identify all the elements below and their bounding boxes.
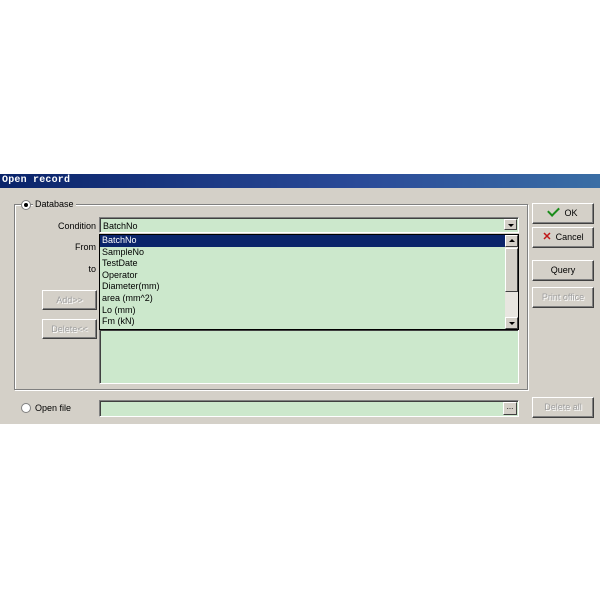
list-scrollbar[interactable] [505, 235, 518, 329]
ok-button[interactable]: OK [532, 203, 594, 224]
condition-value: BatchNo [103, 221, 138, 231]
list-item[interactable]: SampleNo [100, 247, 518, 259]
open-file-radio-label[interactable]: Open file [33, 403, 73, 413]
from-label: From [75, 242, 96, 252]
delete-all-button[interactable]: Delete all [532, 397, 594, 418]
delete-button[interactable]: Delete<< [42, 319, 97, 339]
title-bar[interactable]: Open record [0, 174, 600, 188]
check-icon [547, 204, 561, 217]
open-file-radio[interactable] [21, 403, 31, 413]
scrollbar-thumb[interactable] [505, 248, 518, 292]
delete-button-label: Delete<< [51, 324, 88, 334]
to-label: to [88, 264, 96, 274]
window-title: Open record [2, 175, 71, 186]
list-item[interactable]: area (mm^2) [100, 293, 518, 305]
list-item[interactable]: Lo (mm) [100, 305, 518, 317]
browse-button-label: ... [506, 402, 514, 411]
list-item[interactable]: Fm (kN) [100, 316, 518, 328]
condition-label: Condition [57, 221, 96, 231]
list-item[interactable]: Operator [100, 270, 518, 282]
add-button[interactable]: Add>> [42, 290, 97, 310]
chevron-up-icon [509, 239, 515, 242]
open-record-dialog: Open record Database Condition BatchNo F… [0, 174, 600, 424]
browse-button[interactable]: ... [503, 402, 517, 415]
cancel-button-label: Cancel [555, 232, 584, 242]
chevron-down-icon [509, 322, 515, 325]
scroll-up-button[interactable] [505, 235, 518, 247]
query-conditions-box[interactable] [99, 329, 519, 384]
add-button-label: Add>> [56, 295, 83, 305]
open-file-path-field[interactable]: ... [99, 400, 519, 417]
print-office-button-label: Print office [541, 292, 585, 302]
condition-combobox[interactable]: BatchNo [99, 217, 519, 233]
condition-dropdown-button[interactable] [504, 219, 517, 230]
x-icon: ✕ [542, 231, 552, 243]
database-radio-label[interactable]: Database [33, 199, 76, 209]
query-button-label: Query [550, 265, 576, 275]
cancel-button[interactable]: ✕ Cancel [532, 227, 594, 248]
print-office-button[interactable]: Print office [532, 287, 594, 308]
ok-button-label: OK [564, 208, 578, 218]
database-radio[interactable] [21, 200, 31, 210]
condition-dropdown-list[interactable]: BatchNo SampleNo TestDate Operator Diame… [99, 234, 519, 330]
delete-all-button-label: Delete all [544, 402, 582, 412]
scroll-down-button[interactable] [505, 317, 518, 329]
list-item[interactable]: Diameter(mm) [100, 281, 518, 293]
chevron-down-icon [508, 224, 514, 227]
query-button[interactable]: Query [532, 260, 594, 281]
list-item[interactable]: TestDate [100, 258, 518, 270]
list-item[interactable]: BatchNo [100, 235, 518, 247]
